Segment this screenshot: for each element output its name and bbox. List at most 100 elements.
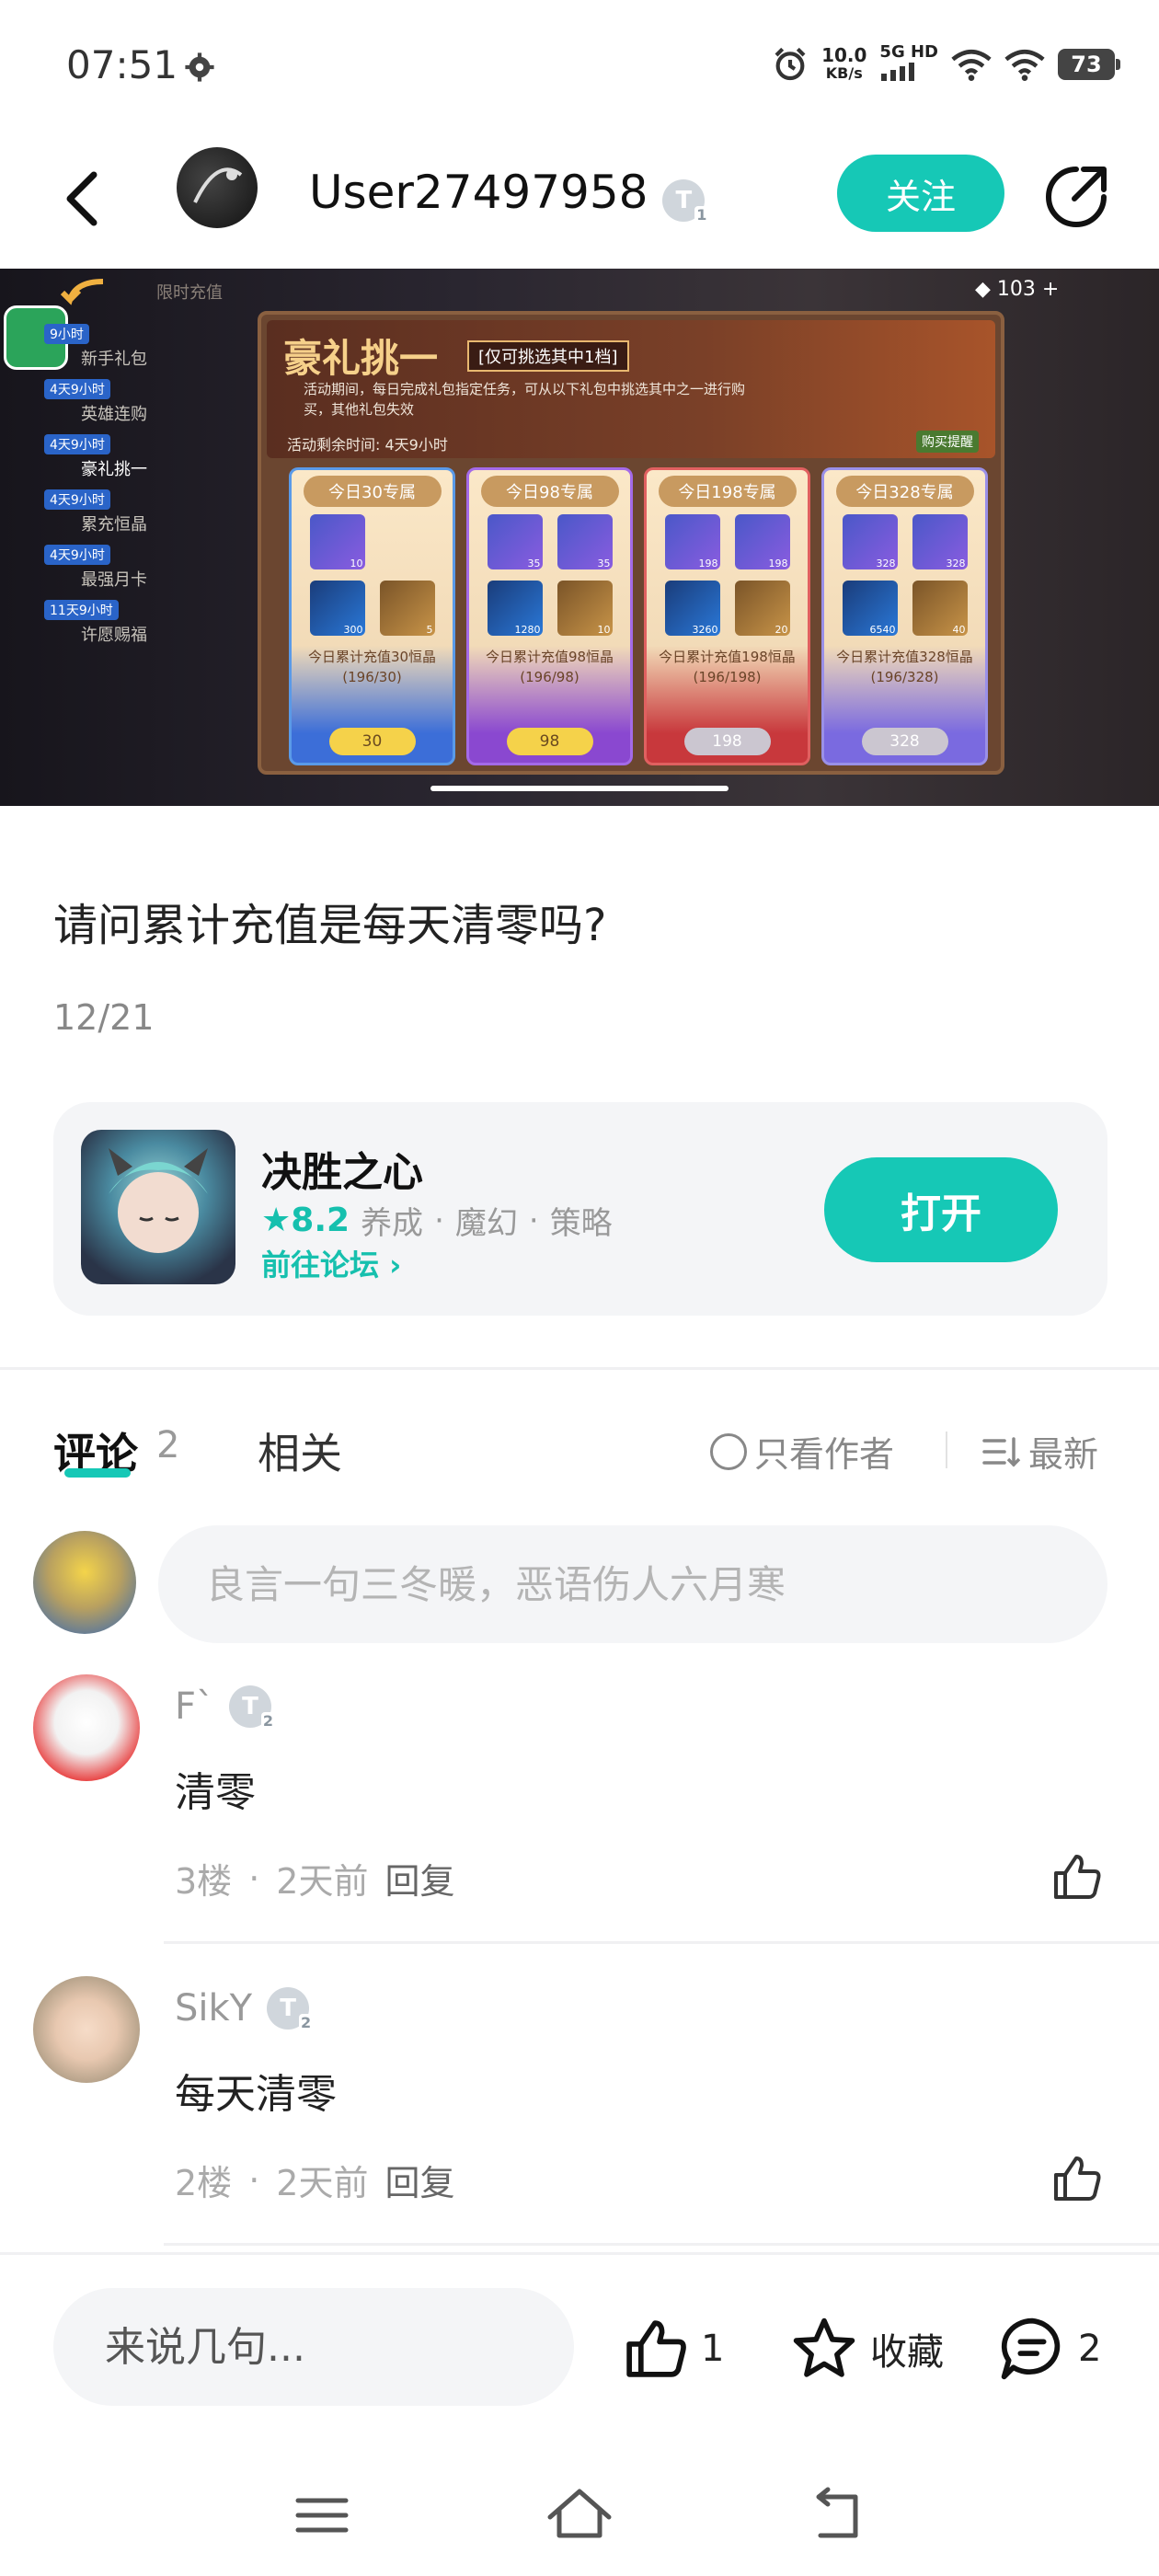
home-icon[interactable] [543, 2482, 616, 2547]
gift-panel-buy-hint: 购买提醒 [916, 431, 979, 453]
commenter-avatar[interactable] [33, 1674, 140, 1781]
side-item-tag: 4天9小时 [44, 379, 110, 399]
comment-text: 每天清零 [175, 2071, 337, 2118]
side-item-label: 累充恒晶 [81, 515, 147, 535]
game-side-item: 4天9小时 豪礼挑一 [44, 434, 182, 489]
side-item-label: 最强月卡 [81, 570, 147, 590]
game-side-item: 9小时 新手礼包 [44, 324, 182, 379]
comment-meta: 3楼 · 2天前 回复 [175, 1853, 454, 1903]
diamond-item-icon: 1280 [487, 581, 543, 636]
item-qty: 3260 [692, 624, 718, 636]
chevron-right-icon: › [389, 1248, 402, 1282]
gift-card-text: 今日累计充值98恒晶 (196/98) [469, 647, 630, 687]
side-item-tag: 4天9小时 [44, 545, 110, 565]
gift-card-price: 198 [683, 728, 771, 755]
side-item-tag: 9小时 [44, 324, 89, 344]
back-arrow-icon[interactable] [55, 162, 110, 236]
item-qty: 20 [775, 624, 788, 636]
thumbs-up-icon[interactable] [1049, 1849, 1104, 1904]
reply-button[interactable]: 回复 [384, 1853, 454, 1903]
game-card[interactable]: 决胜之心 ★8.2 养成 · 魔幻 · 策略 前往论坛 › 打开 [53, 1102, 1107, 1316]
commenter-name[interactable]: SikY T 2 [175, 1987, 314, 2031]
thumbs-up-icon[interactable] [1049, 2151, 1104, 2206]
side-item-label: 新手礼包 [81, 350, 147, 369]
favorite-button[interactable]: 收藏 [789, 2314, 944, 2384]
game-meta: ★8.2 养成 · 魔幻 · 策略 [261, 1198, 613, 1243]
post-image[interactable]: 限时充值 ◆ 103 + 9小时 新手礼包 4天9小时 英雄连购 4天9小时 豪… [0, 269, 1159, 806]
signal-indicator: 5G HD [879, 44, 938, 85]
card-item-icon: 40 [912, 581, 968, 636]
side-item-tag: 11天9小时 [44, 600, 119, 620]
battery-indicator: 73 [1058, 49, 1120, 80]
gift-cards: 今日30专属 10 300 5 今日累计充值30恒晶 (196/30) 30 今… [289, 467, 988, 765]
gem-icon: ◆ [975, 278, 997, 301]
comment-divider [164, 1941, 1159, 1944]
like-button[interactable]: 1 [620, 2314, 724, 2384]
only-author-label: 只看作者 [754, 1434, 895, 1475]
gift-card-head: 今日198专属 [658, 476, 797, 507]
active-tab-indicator [64, 1468, 131, 1478]
status-time: 07:51 [66, 42, 178, 87]
gem-count: 103 [996, 278, 1036, 301]
my-avatar[interactable] [33, 1531, 136, 1634]
commenter-name[interactable]: F` T 2 [175, 1685, 276, 1730]
comment-text: 清零 [175, 1769, 256, 1816]
comment-input[interactable] [158, 1525, 1107, 1643]
open-game-button[interactable]: 打开 [824, 1157, 1058, 1262]
game-tag: 魔幻 [454, 1205, 518, 1242]
image-indicator [430, 786, 729, 791]
gift-card: 今日198专属 198 198 3260 20 今日累计充值198恒晶 (196… [644, 467, 810, 765]
menu-lines-icon[interactable] [285, 2482, 359, 2547]
game-side-item: 4天9小时 英雄连购 [44, 379, 182, 434]
reply-button[interactable]: 回复 [384, 2155, 454, 2205]
forum-link[interactable]: 前往论坛 › [261, 1242, 401, 1284]
commenter-name-text: F` [175, 1685, 215, 1728]
username-text: User27497958 [309, 166, 648, 219]
share-icon[interactable] [1041, 162, 1111, 232]
gift-card-progress: (196/30) [342, 669, 402, 685]
back-nav-icon[interactable] [800, 2482, 874, 2547]
author-username[interactable]: User27497958 T 1 [309, 166, 709, 224]
bottom-action-bar: 1 收藏 2 [0, 2252, 1159, 2445]
only-author-toggle[interactable]: 只看作者 [710, 1426, 894, 1477]
gem-item-icon: 35 [557, 514, 613, 569]
meta-separator: · [248, 2159, 260, 2201]
user-level-badge: T 1 [662, 179, 709, 224]
gift-card-requirement: 今日累计充值30恒晶 [307, 649, 437, 665]
say-something-input[interactable] [53, 2288, 574, 2406]
plus-icon: + [1035, 278, 1060, 301]
gem-item-icon: 198 [734, 514, 790, 569]
author-avatar[interactable] [177, 147, 258, 228]
post-date: 12/21 [53, 997, 155, 1038]
diamond-item-icon: 3260 [664, 581, 720, 636]
gift-panel-description: 活动期间，每日完成礼包指定任务，可从以下礼包中挑选其中之一进行购买，其他礼包失效 [304, 381, 746, 418]
game-back-arrow-icon [60, 279, 104, 305]
item-qty: 6540 [869, 624, 896, 636]
gift-card-requirement: 今日累计充值198恒晶 [659, 649, 796, 665]
comment-floor: 2楼 [175, 2163, 233, 2203]
follow-button[interactable]: 关注 [837, 155, 1004, 232]
settings-gear-icon [185, 52, 214, 82]
commenter-avatar[interactable] [33, 1976, 140, 2083]
item-qty: 35 [527, 558, 541, 569]
tab-related[interactable]: 相关 [258, 1420, 342, 1481]
sort-label: 最新 [1028, 1434, 1099, 1475]
level-number: 2 [298, 2014, 314, 2031]
item-qty: 10 [350, 558, 363, 569]
item-qty: 1280 [514, 624, 541, 636]
item-qty: 5 [426, 624, 433, 636]
alarm-icon [775, 47, 806, 81]
comment-bubble-icon [1001, 2317, 1061, 2380]
sort-newest-button[interactable]: 最新 [981, 1426, 1098, 1477]
side-item-label: 豪礼挑一 [81, 460, 147, 479]
gift-card-head: 今日30专属 [303, 476, 442, 507]
star-icon: ★ [261, 1202, 292, 1239]
comment-button[interactable]: 2 [997, 2314, 1101, 2384]
forum-link-label: 前往论坛 [261, 1248, 380, 1282]
gift-card-progress: (196/328) [870, 669, 939, 685]
favorite-label: 收藏 [870, 2331, 944, 2374]
gift-card-price: 98 [506, 728, 593, 755]
game-icon[interactable] [81, 1130, 235, 1284]
gem-item-icon: 10 [309, 514, 365, 569]
gift-card-price: 30 [328, 728, 416, 755]
